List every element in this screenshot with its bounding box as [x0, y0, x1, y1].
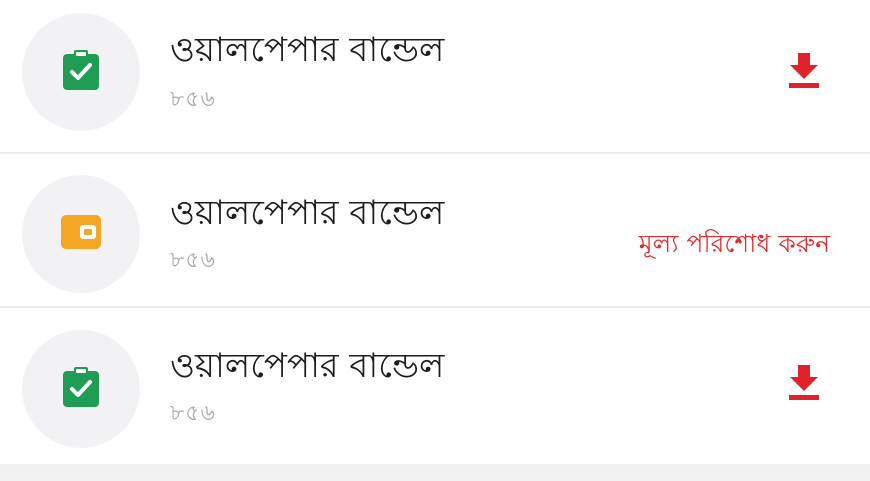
list-bottom-divider [0, 464, 870, 472]
item-title: ওয়ালপেপার বান্ডেল [170, 346, 445, 386]
item-count: ৮৫৬ [170, 87, 216, 112]
download-icon [787, 363, 821, 405]
download-button[interactable] [784, 364, 824, 404]
download-button[interactable] [784, 52, 824, 92]
item-count: ৮৫৬ [170, 401, 216, 426]
item-title: ওয়ালপেপার বান্ডেল [170, 30, 445, 70]
clipboard-check-icon [61, 365, 101, 413]
clipboard-check-icon [61, 48, 101, 96]
item-title: ওয়ালপেপার বান্ডেল [170, 193, 445, 233]
wallpaper-bundle-list: ওয়ালপেপার বান্ডেল ৮৫৬ ওয়ালপেপার বান্ডে… [0, 0, 870, 472]
avatar [22, 13, 140, 131]
list-item[interactable]: ওয়ালপেপার বান্ডেল ৮৫৬ [0, 308, 870, 464]
list-item[interactable]: ওয়ালপেপার বান্ডেল ৮৫৬ [0, 0, 870, 154]
download-icon [787, 51, 821, 93]
item-count: ৮৫৬ [170, 248, 216, 273]
avatar [22, 175, 140, 293]
list-item[interactable]: ওয়ালপেপার বান্ডেল ৮৫৬ মূল্য পরিশোধ করুন [0, 154, 870, 308]
wallet-icon [60, 214, 102, 254]
avatar [22, 330, 140, 448]
pay-now-link[interactable]: মূল্য পরিশোধ করুন [639, 224, 830, 267]
